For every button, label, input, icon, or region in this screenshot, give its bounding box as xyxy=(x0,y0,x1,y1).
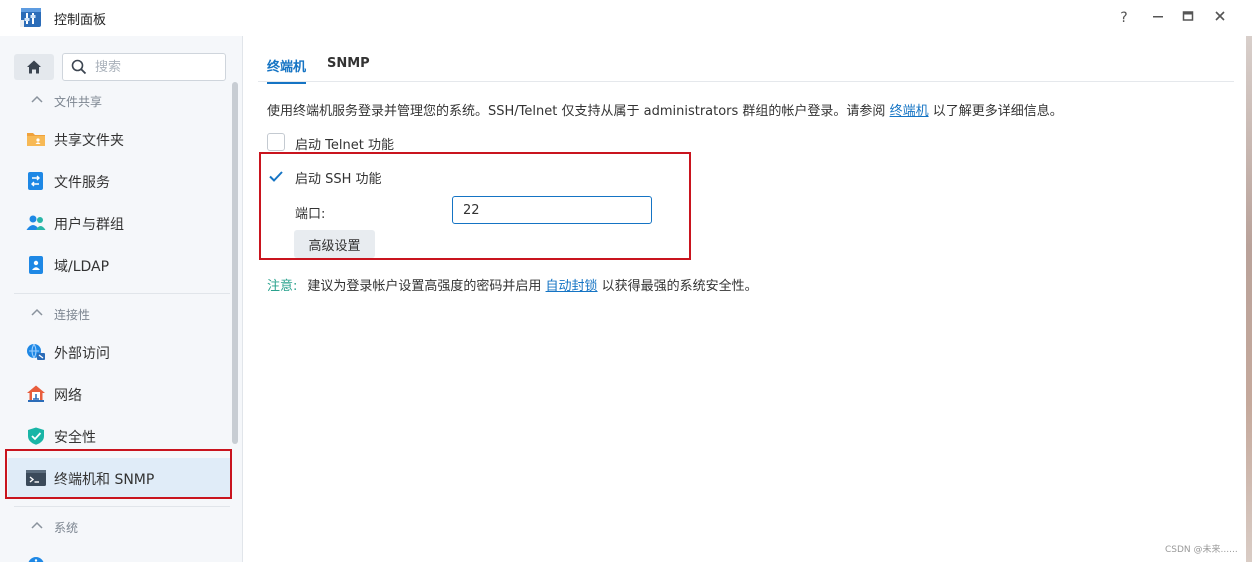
sidebar-item-info-center-partial[interactable] xyxy=(8,545,230,562)
sidebar: 文件共享 共享文件夹 文件服务 用户与群组 xyxy=(0,36,243,562)
minimize-icon xyxy=(1153,16,1163,18)
sidebar-item-domain-ldap[interactable]: 域/LDAP xyxy=(8,245,230,285)
group-label: 文件共享 xyxy=(54,95,103,109)
group-label: 系统 xyxy=(54,521,79,535)
info-center-icon xyxy=(28,557,44,562)
sidebar-item-label: 安全性 xyxy=(54,430,96,446)
sidebar-item-label: 终端机和 SNMP xyxy=(54,472,155,488)
advanced-settings-button[interactable]: 高级设置 xyxy=(294,230,375,258)
minimize-button[interactable] xyxy=(1148,8,1168,28)
network-icon xyxy=(27,385,45,402)
sidebar-item-network[interactable]: 网络 xyxy=(8,374,230,414)
security-shield-icon xyxy=(28,427,44,445)
close-icon xyxy=(1215,11,1225,21)
telnet-checkbox[interactable] xyxy=(267,133,285,151)
sidebar-item-external-access[interactable]: 外部访问 xyxy=(8,332,230,372)
auto-block-link[interactable]: 自动封锁 xyxy=(546,279,598,294)
port-label: 端口: xyxy=(295,207,326,222)
sidebar-item-security[interactable]: 安全性 xyxy=(8,416,230,456)
ssh-label: 启动 SSH 功能 xyxy=(295,172,382,187)
tab-snmp[interactable]: SNMP xyxy=(327,56,370,78)
close-button[interactable] xyxy=(1210,8,1230,28)
desktop-background-edge xyxy=(1246,36,1252,562)
main-panel: 终端机 SNMP 使用终端机服务登录并管理您的系统。SSH/Telnet 仅支持… xyxy=(244,36,1252,562)
checkmark-icon xyxy=(269,171,283,182)
sidebar-item-label: 域/LDAP xyxy=(54,259,110,275)
maximize-icon xyxy=(1182,11,1194,21)
home-icon xyxy=(27,60,41,74)
sidebar-item-label: 外部访问 xyxy=(54,346,110,362)
home-button[interactable] xyxy=(14,54,54,80)
sidebar-item-terminal-snmp[interactable]: 终端机和 SNMP xyxy=(8,458,230,498)
description-text: 使用终端机服务登录并管理您的系统。SSH/Telnet 仅支持从属于 admin… xyxy=(267,104,1063,119)
sidebar-item-users-groups[interactable]: 用户与群组 xyxy=(8,203,230,243)
divider xyxy=(14,506,230,507)
group-file-sharing[interactable]: 文件共享 xyxy=(0,86,230,116)
control-panel-icon xyxy=(20,6,44,28)
ssh-checkbox[interactable] xyxy=(267,167,285,185)
users-groups-icon xyxy=(26,215,46,230)
terminal-icon xyxy=(26,470,46,486)
divider xyxy=(14,293,230,294)
tab-bar: 终端机 SNMP xyxy=(258,48,1234,84)
watermark: CSDN @未来...... xyxy=(1165,545,1238,555)
file-services-icon xyxy=(28,172,43,190)
sidebar-item-label: 用户与群组 xyxy=(54,217,124,233)
title-bar: 控制面板 ? xyxy=(0,0,1252,36)
sidebar-item-file-services[interactable]: 文件服务 xyxy=(8,161,230,201)
domain-ldap-icon xyxy=(29,256,43,274)
external-access-icon xyxy=(27,343,45,360)
telnet-label: 启动 Telnet 功能 xyxy=(295,138,394,153)
sidebar-item-label: 网络 xyxy=(54,388,82,404)
port-input[interactable] xyxy=(452,196,652,224)
group-system[interactable]: 系统 xyxy=(0,512,230,542)
security-note: 注意: 建议为登录帐户设置高强度的密码并启用 自动封锁 以获得最强的系统安全性。 xyxy=(267,279,758,294)
sidebar-scrollbar[interactable] xyxy=(232,82,238,444)
chevron-up-icon xyxy=(31,95,43,103)
chevron-up-icon xyxy=(31,521,43,529)
tab-terminal[interactable]: 终端机 xyxy=(267,56,307,84)
sidebar-item-label: 共享文件夹 xyxy=(54,133,124,149)
terminal-help-link[interactable]: 终端机 xyxy=(890,104,929,119)
shared-folder-icon xyxy=(27,133,45,146)
search-input[interactable] xyxy=(95,58,215,76)
note-label: 注意: xyxy=(267,279,298,294)
group-connectivity[interactable]: 连接性 xyxy=(0,299,230,329)
window-title: 控制面板 xyxy=(54,13,107,28)
sidebar-item-label: 文件服务 xyxy=(54,175,110,191)
search-box[interactable] xyxy=(62,53,226,81)
sidebar-item-shared-folder[interactable]: 共享文件夹 xyxy=(8,119,230,159)
maximize-button[interactable] xyxy=(1178,8,1198,28)
search-icon xyxy=(71,59,87,75)
help-button[interactable]: ? xyxy=(1114,8,1134,28)
group-label: 连接性 xyxy=(54,308,91,322)
chevron-up-icon xyxy=(31,308,43,316)
